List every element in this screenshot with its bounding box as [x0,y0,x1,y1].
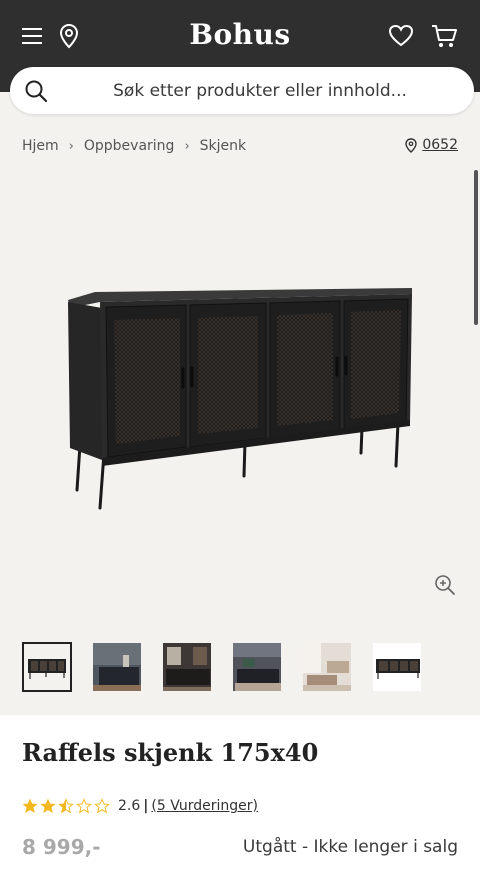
heart-icon[interactable] [387,22,415,50]
star-empty-icon [76,798,92,814]
thumbnail-2[interactable] [92,642,142,692]
product-main-image[interactable] [0,170,480,620]
thumbnail-6[interactable] [372,642,422,692]
zoom-icon[interactable] [434,574,456,596]
availability-status: Utgått - Ikke lenger i salg [242,837,458,857]
product-info-panel: Raffels skjenk 175x40 2.6 | (5 Vurdering… [0,715,480,877]
star-filled-icon [22,798,38,814]
search-bar [10,67,474,114]
product-title: Raffels skjenk 175x40 [22,738,319,767]
store-code[interactable]: 0652 [422,137,458,153]
star-filled-icon [40,798,56,814]
rating-stars [22,798,110,814]
thumbnail-3[interactable] [162,642,212,692]
search-icon[interactable] [24,79,48,103]
breadcrumb-item-storage[interactable]: Oppbevaring [84,138,175,154]
thumbnail-strip [22,642,422,692]
store-selector[interactable]: 0652 [405,137,458,153]
breadcrumb-item-sideboard[interactable]: Skjenk [200,138,246,154]
star-empty-icon [94,798,110,814]
shopping-cart-icon[interactable] [430,22,458,50]
thumbnail-5[interactable] [302,642,352,692]
star-half-icon [58,798,74,814]
thumbnail-4[interactable] [232,642,282,692]
location-pin-icon [405,137,418,153]
thumbnail-1[interactable] [22,642,72,692]
product-price: 8 999,- [22,835,101,859]
product-rating: 2.6 | (5 Vurderinger) [22,798,258,814]
breadcrumb-item-home[interactable]: Hjem [22,138,59,154]
chevron-right-icon: › [68,138,74,154]
rating-count-link[interactable]: (5 Vurderinger) [151,798,258,814]
page-scrollbar[interactable] [474,170,478,325]
chevron-right-icon: › [184,138,190,154]
rating-value: 2.6 [118,798,141,814]
search-input[interactable] [70,67,450,114]
breadcrumb: Hjem › Oppbevaring › Skjenk [22,138,246,154]
rating-divider: | [143,798,149,814]
